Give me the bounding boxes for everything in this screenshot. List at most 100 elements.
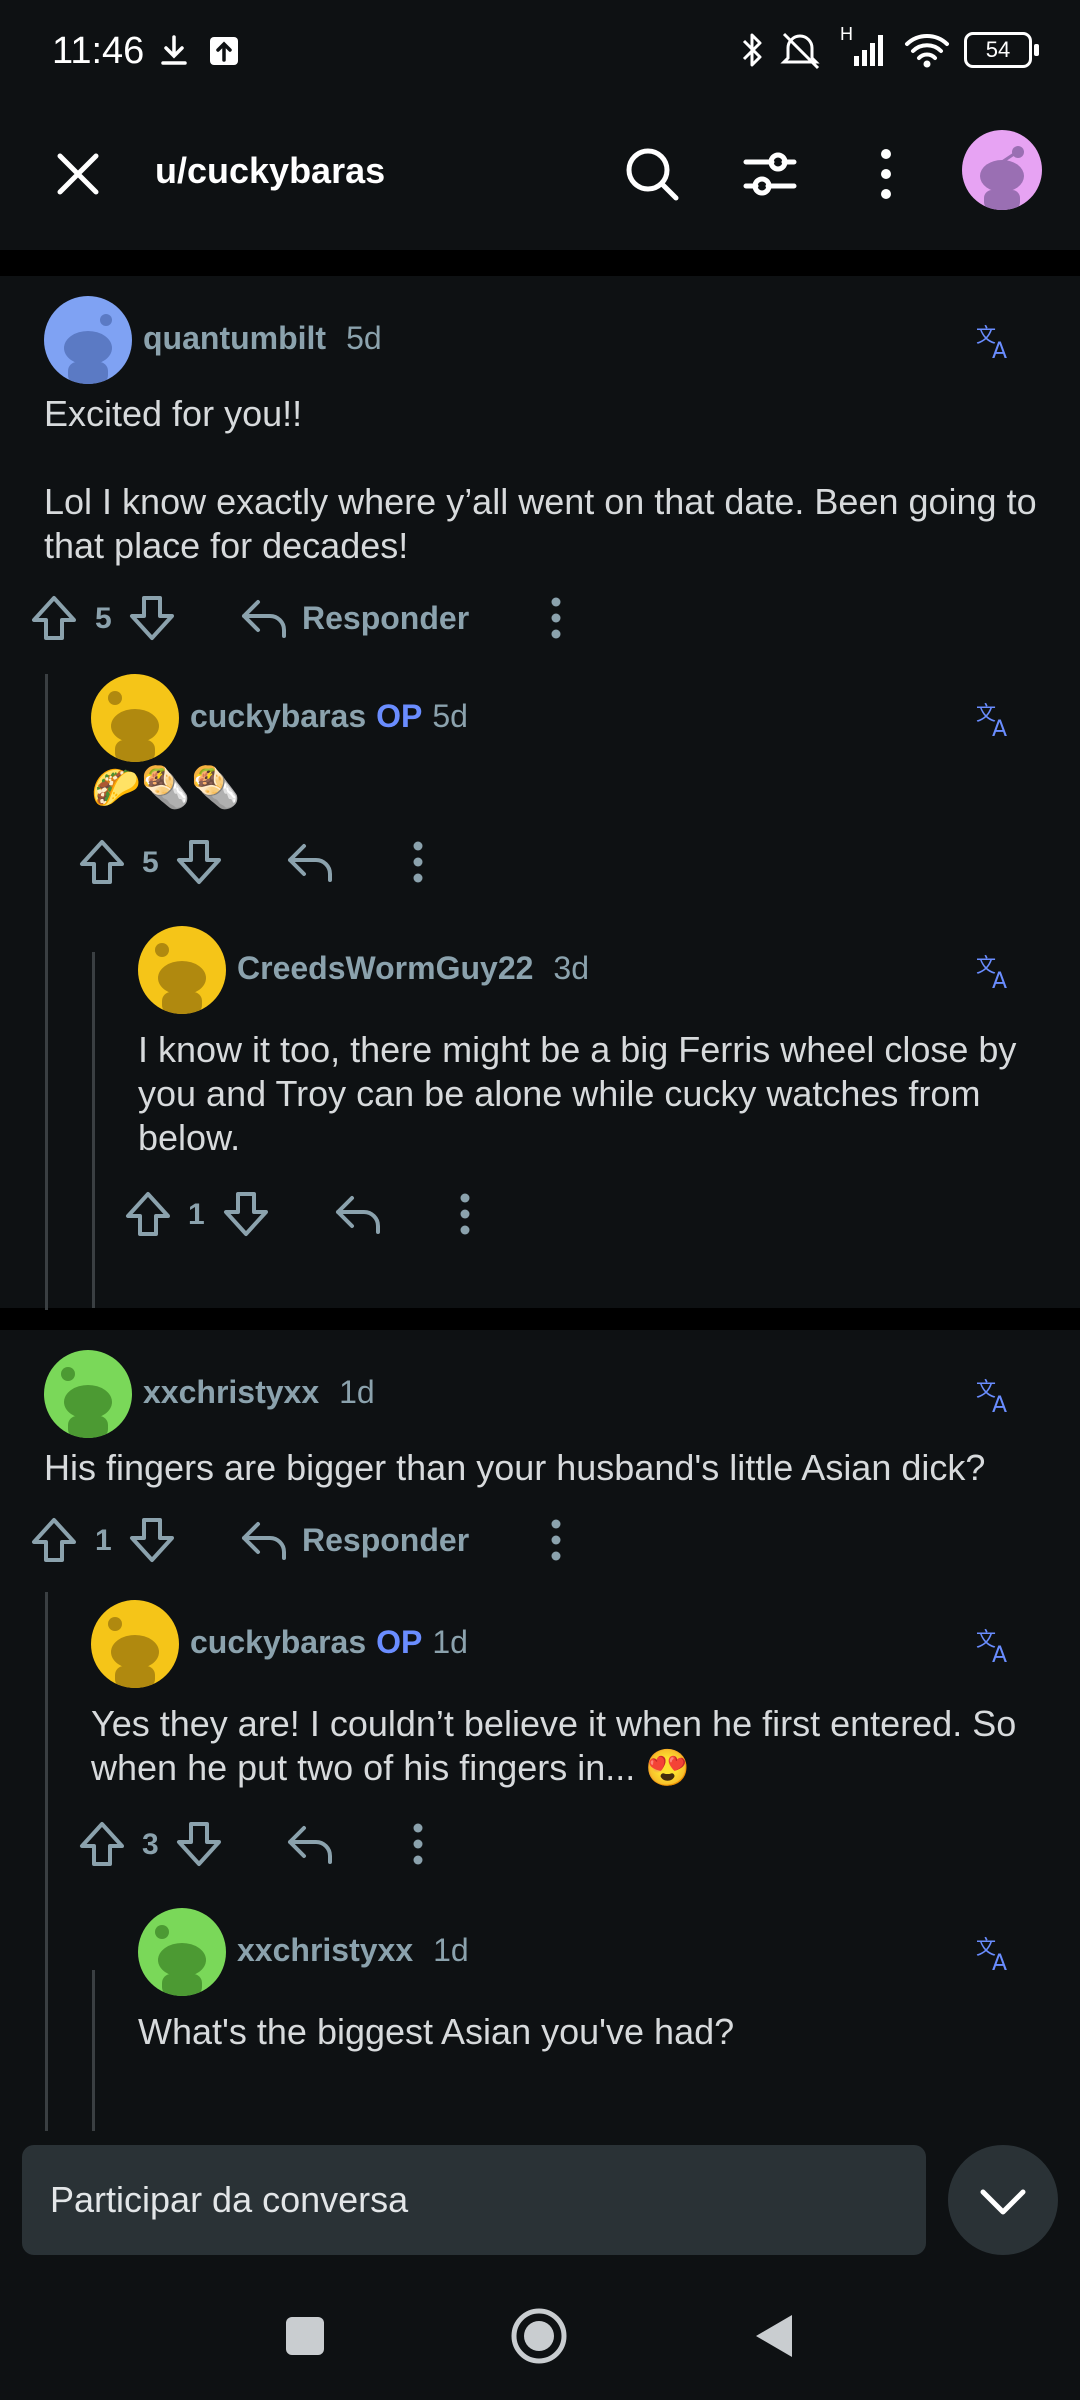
translate-button[interactable]: 文A [976, 952, 1016, 992]
avatar[interactable] [138, 1908, 226, 1996]
comment-more-button[interactable] [390, 834, 446, 890]
upvote-button[interactable] [26, 1512, 82, 1568]
comments-feed[interactable]: quantumbilt 5d 文A Excited for you!! Lol I… [0, 276, 1080, 2131]
upload-icon [208, 34, 240, 68]
translate-button[interactable]: 文A [976, 700, 1016, 740]
comment-username[interactable]: xxchristyxx 1d [143, 1374, 375, 1411]
translate-icon: 文A [976, 953, 1007, 992]
comment: xxchristyxx 1d 文A His fingers are bigger … [0, 1330, 1080, 1590]
reply-button[interactable] [282, 834, 338, 890]
recent-apps-button[interactable] [270, 2301, 340, 2371]
upvote-button[interactable] [74, 1816, 130, 1872]
reply-button[interactable] [330, 1186, 386, 1242]
upvote-button[interactable] [26, 590, 82, 646]
more-vertical-icon [460, 1193, 470, 1235]
join-conversation-input[interactable]: Participar da conversa [22, 2145, 926, 2255]
avatar[interactable] [44, 1350, 132, 1438]
comment-body: I know it too, there might be a big Ferr… [138, 1029, 1027, 1158]
upvote-button[interactable] [74, 834, 130, 890]
snoo-avatar-icon [108, 1617, 159, 1688]
comment-username[interactable]: cuckybaras OP 1d [190, 1624, 468, 1661]
home-button[interactable] [504, 2301, 574, 2371]
comment-more-button[interactable] [437, 1186, 493, 1242]
vote-count: 1 [188, 1198, 205, 1231]
translate-icon: 文A [976, 701, 1007, 740]
back-button[interactable] [740, 2301, 810, 2371]
more-vertical-icon [551, 597, 561, 639]
translate-icon: 文A [976, 1627, 1007, 1666]
more-vertical-icon [413, 841, 423, 883]
search-button[interactable] [622, 144, 682, 204]
jump-next-button[interactable] [948, 2145, 1058, 2255]
avatar[interactable] [91, 674, 179, 762]
more-options-button[interactable] [856, 144, 916, 204]
comment-username[interactable]: cuckybaras OP 5d [190, 698, 468, 735]
top-bar: u/cuckybaras [0, 110, 1080, 250]
close-button[interactable] [50, 146, 106, 202]
translate-button[interactable]: 文A [976, 1626, 1016, 1666]
downvote-button[interactable] [171, 834, 227, 890]
snoo-avatar-icon [155, 943, 206, 1014]
bluetooth-icon [738, 30, 766, 70]
reply-button[interactable] [282, 1816, 338, 1872]
comment-more-button[interactable] [390, 1816, 446, 1872]
downvote-button[interactable] [124, 1512, 180, 1568]
comment-body: Excited for you!! Lol I know exactly whe… [44, 393, 1037, 566]
translate-button[interactable]: 文A [976, 1376, 1016, 1416]
translate-button[interactable]: 文A [976, 322, 1016, 362]
downvote-icon [177, 1822, 221, 1866]
more-vertical-icon [551, 1519, 561, 1561]
reply-icon [242, 600, 286, 638]
vote-count: 3 [142, 1828, 159, 1861]
avatar[interactable] [138, 926, 226, 1014]
comment-reply: xxchristyxx 1d 文A What's the biggest Asia… [0, 1894, 1080, 2054]
comment-reply: cuckybaras OP 1d 文A Yes they are! I couldn… [0, 1590, 1080, 1894]
reply-label[interactable]: Responder [302, 600, 469, 637]
square-icon [286, 2317, 324, 2355]
svg-text:A: A [992, 1393, 1007, 1416]
snoo-avatar-icon [108, 691, 159, 762]
composer-bar: Participar da conversa [0, 2131, 1080, 2271]
svg-text:A: A [992, 339, 1007, 362]
reply-label[interactable]: Responder [302, 1522, 469, 1559]
snoo-avatar-icon [155, 1925, 206, 1996]
vote-count: 1 [95, 1524, 112, 1557]
comment-more-button[interactable] [528, 1512, 584, 1568]
page-title: u/cuckybaras [155, 150, 386, 191]
avatar[interactable] [44, 296, 132, 384]
comment-username[interactable]: xxchristyxx 1d [237, 1932, 469, 1969]
reply-button[interactable] [236, 1512, 292, 1568]
reply-icon [288, 1826, 332, 1864]
translate-icon: 文A [976, 323, 1007, 362]
reply-button[interactable] [236, 590, 292, 646]
system-nav-bar [0, 2271, 1080, 2400]
user-avatar-button[interactable] [962, 130, 1042, 210]
avatar[interactable] [91, 1600, 179, 1688]
comment-more-button[interactable] [528, 590, 584, 646]
downvote-button[interactable] [218, 1186, 274, 1242]
filter-icon [743, 152, 797, 196]
downvote-button[interactable] [171, 1816, 227, 1872]
comment-reply: cuckybaras OP 5d 文A 🌮🌯🌯 5 [0, 668, 1080, 912]
upvote-icon [80, 1822, 124, 1866]
network-type: H [840, 24, 853, 44]
sort-filter-button[interactable] [740, 144, 800, 204]
svg-text:A: A [992, 1643, 1007, 1666]
comment-username[interactable]: CreedsWormGuy22 3d [237, 950, 589, 987]
close-icon [57, 153, 99, 195]
circle-home-icon [511, 2308, 567, 2364]
svg-text:A: A [992, 717, 1007, 740]
triangle-back-icon [756, 2315, 792, 2357]
upvote-icon [32, 1518, 76, 1562]
comment-thread: xxchristyxx 1d 文A His fingers are bigger … [0, 1330, 1080, 2131]
comment-username[interactable]: quantumbilt 5d [143, 320, 382, 357]
search-icon [626, 148, 679, 201]
downvote-button[interactable] [124, 590, 180, 646]
translate-button[interactable]: 文A [976, 1934, 1016, 1974]
downvote-icon [177, 840, 221, 884]
upvote-button[interactable] [120, 1186, 176, 1242]
battery-indicator: 54 [964, 32, 1039, 68]
translate-icon: 文A [976, 1935, 1007, 1974]
mute-icon [780, 30, 826, 70]
downvote-icon [130, 596, 174, 640]
